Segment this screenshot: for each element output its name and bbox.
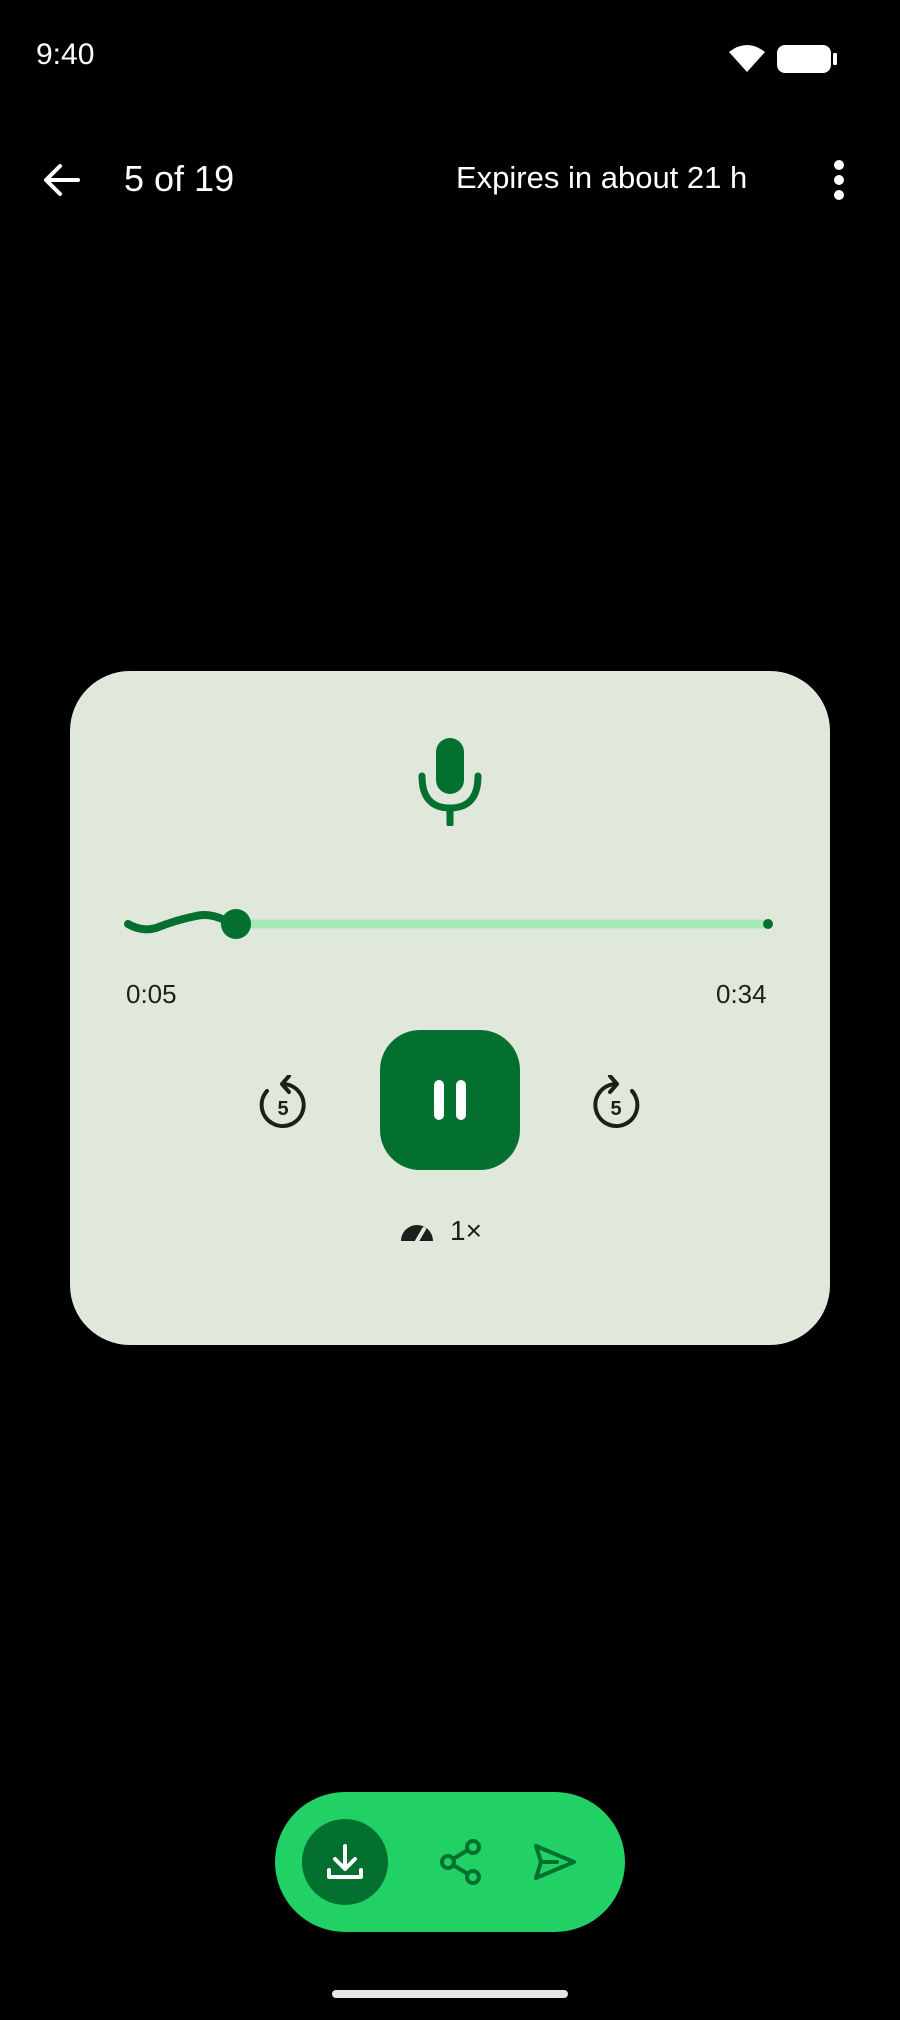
battery-icon xyxy=(777,44,839,74)
back-button[interactable] xyxy=(32,150,92,210)
progress-slider[interactable] xyxy=(122,900,778,950)
download-button[interactable] xyxy=(302,1819,388,1905)
playback-speed-button[interactable]: 1× xyxy=(400,1213,482,1249)
share-icon xyxy=(440,1839,481,1885)
send-button[interactable] xyxy=(512,1819,598,1905)
send-icon xyxy=(534,1844,576,1880)
speedometer-icon xyxy=(401,1225,433,1242)
speed-label: 1× xyxy=(450,1215,482,1246)
rewind-5-button[interactable]: 5 xyxy=(250,1070,316,1136)
microphone-icon xyxy=(417,738,483,828)
svg-text:5: 5 xyxy=(277,1098,288,1120)
share-button[interactable] xyxy=(418,1819,504,1905)
pause-icon xyxy=(434,1080,466,1120)
expires-label: Expires in about 21 h xyxy=(456,160,748,195)
home-indicator[interactable] xyxy=(332,1990,568,1998)
progress-played xyxy=(124,911,236,934)
more-options-button[interactable] xyxy=(819,150,859,210)
replay-5-icon: 5 xyxy=(259,1075,306,1128)
current-time: 0:05 xyxy=(126,979,177,1009)
item-counter: 5 of 19 xyxy=(124,158,235,199)
status-time: 9:40 xyxy=(36,38,95,71)
forward-5-icon: 5 xyxy=(593,1075,640,1128)
progress-end-dot xyxy=(763,919,773,929)
progress-thumb xyxy=(221,909,251,939)
total-time: 0:34 xyxy=(716,979,767,1009)
svg-text:5: 5 xyxy=(610,1098,621,1120)
wifi-icon xyxy=(727,42,767,74)
arrow-left-icon xyxy=(44,164,80,196)
pause-button[interactable] xyxy=(380,1030,520,1170)
forward-5-button[interactable]: 5 xyxy=(583,1070,649,1136)
more-vert-icon xyxy=(834,160,844,200)
download-icon xyxy=(327,1844,363,1879)
